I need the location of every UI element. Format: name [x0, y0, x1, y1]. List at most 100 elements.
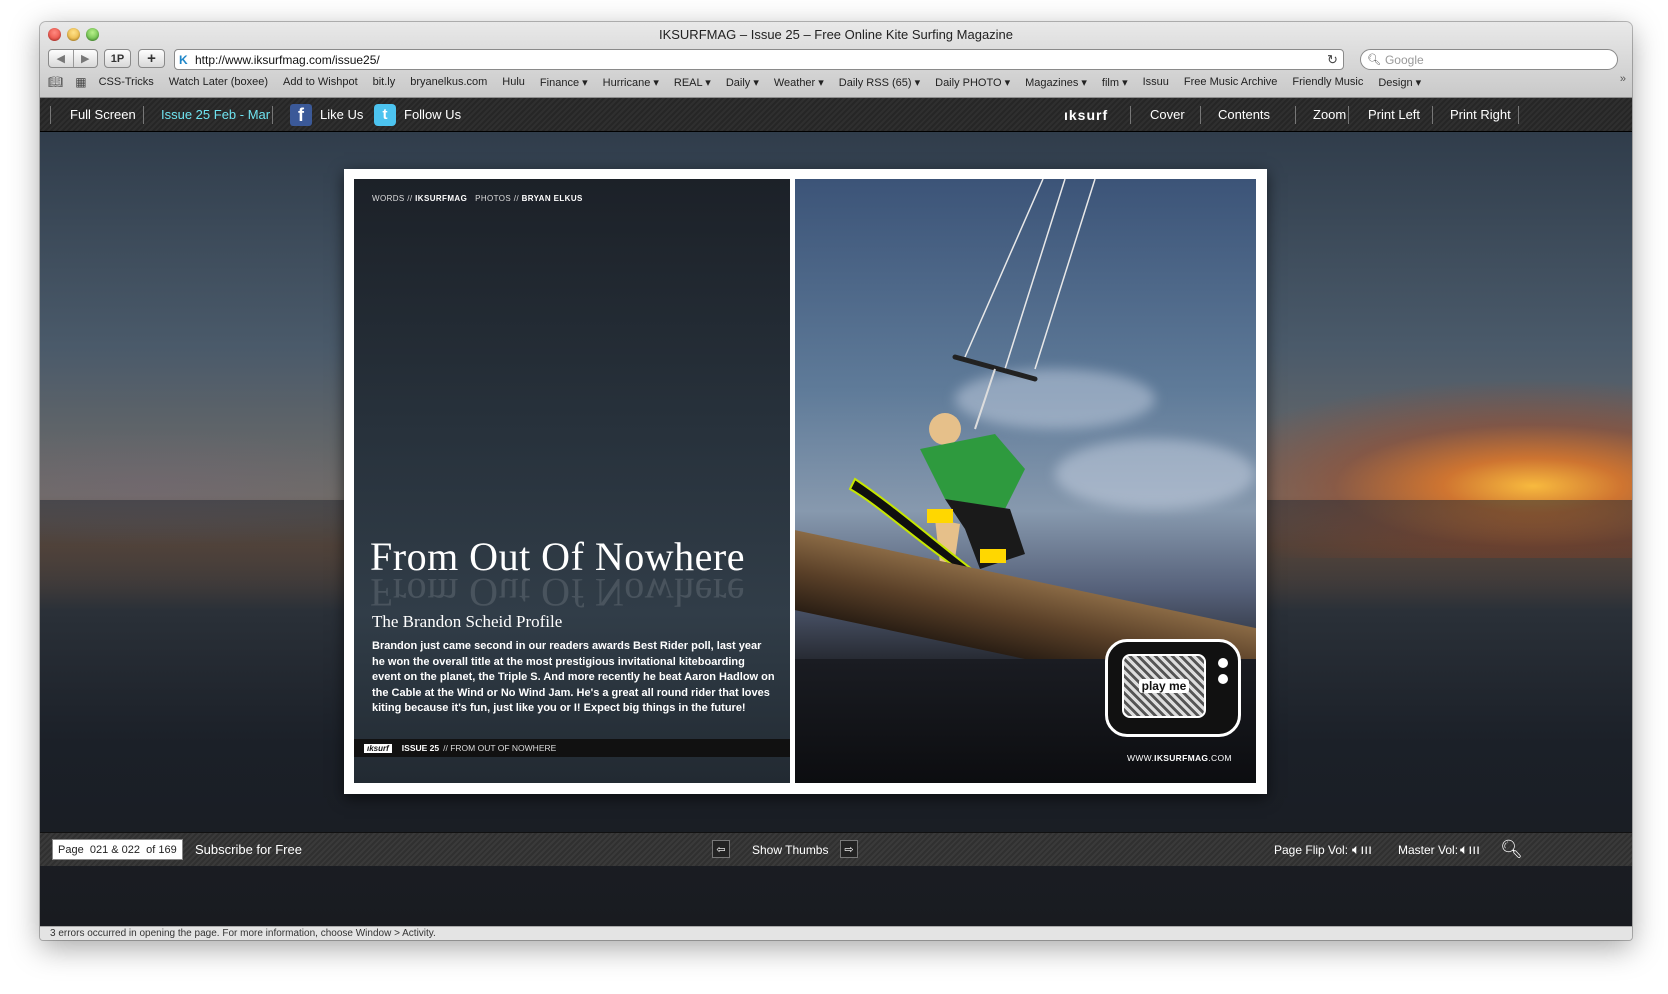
bookmark-item[interactable]: Daily PHOTO ▾ — [935, 76, 1010, 89]
viewer-top-nav: Full Screen Issue 25 Feb - Mar f Like Us… — [40, 98, 1632, 132]
credits-words-label: WORDS // — [372, 194, 413, 203]
article-subhead: The Brandon Scheid Profile — [372, 612, 563, 631]
bookmark-item[interactable]: Daily RSS (65) ▾ — [839, 76, 920, 89]
follow-us-label: Follow Us — [404, 107, 462, 122]
bookmark-item[interactable]: Magazines ▾ — [1025, 76, 1087, 89]
bookmark-item[interactable]: Design ▾ — [1378, 76, 1421, 89]
bookmark-item[interactable]: Friendly Music — [1292, 76, 1363, 88]
bookmark-item[interactable]: Weather ▾ — [774, 76, 824, 89]
bookmarks-bar: 📖︎ ▦ CSS-Tricks Watch Later (boxee) Add … — [48, 73, 1628, 91]
search-field[interactable]: 🔍︎ Google — [1360, 49, 1618, 70]
master-volume-label: Master Vol: — [1398, 842, 1459, 857]
cover-button[interactable]: Cover — [1150, 98, 1185, 131]
browser-window: IKSURFMAG – Issue 25 – Free Online Kite … — [40, 22, 1632, 940]
url-text[interactable]: http://www.iksurfmag.com/issue25/ — [195, 53, 1327, 67]
back-forward-buttons: ◀ ▶ — [48, 49, 98, 68]
bookmarks-overflow-icon[interactable]: » — [1620, 73, 1626, 85]
bookmark-item[interactable]: Issuu — [1143, 76, 1169, 88]
previous-page-icon[interactable]: ⇦ — [712, 840, 730, 858]
page-footer: ıksurf ISSUE 25 // FROM OUT OF NOWHERE — [354, 739, 790, 757]
like-us-button[interactable]: f Like Us — [290, 98, 363, 131]
viewer-bottom-bar: Page 021 & 022 of 169 Subscribe for Free… — [40, 832, 1632, 866]
back-arrow-icon[interactable]: ◀ — [49, 52, 73, 65]
subscribe-link[interactable]: Subscribe for Free — [195, 833, 302, 866]
site-favicon-icon: K — [179, 52, 188, 67]
bookmark-item[interactable]: REAL ▾ — [674, 76, 711, 89]
article-body: Brandon just came second in our readers … — [372, 640, 775, 714]
address-bar[interactable]: K http://www.iksurfmag.com/issue25/ ↻ — [174, 49, 1344, 70]
contents-button[interactable]: Contents — [1218, 98, 1270, 131]
show-thumbs-button[interactable]: Show Thumbs — [752, 833, 828, 866]
nav-divider — [1130, 106, 1131, 124]
page-total: of 169 — [146, 843, 177, 856]
qr-code-screen: play me — [1122, 654, 1206, 718]
site-suffix: .COM — [1208, 753, 1232, 763]
add-bookmark-button[interactable]: + — [138, 49, 165, 68]
print-left-button[interactable]: Print Left — [1368, 98, 1420, 131]
status-bar: 3 errors occurred in opening the page. F… — [40, 926, 1632, 940]
bookmark-item[interactable]: film ▾ — [1102, 76, 1128, 89]
bookmark-item[interactable]: CSS-Tricks — [99, 76, 154, 88]
bookmark-item[interactable]: Hurricane ▾ — [603, 76, 659, 89]
follow-us-button[interactable]: t Follow Us — [374, 98, 461, 131]
like-us-label: Like Us — [320, 107, 364, 122]
page-indicator[interactable]: Page 021 & 022 of 169 — [52, 839, 183, 860]
nav-divider — [1348, 106, 1349, 124]
twitter-icon: t — [374, 103, 396, 126]
nav-divider — [50, 106, 51, 124]
facebook-icon: f — [290, 103, 312, 126]
zoom-button[interactable]: Zoom — [1313, 98, 1346, 131]
bookmark-item[interactable]: Watch Later (boxee) — [169, 76, 268, 88]
master-volume-icon[interactable]: 🔈︎​ııı — [1460, 833, 1480, 866]
right-page-photo[interactable]: play me WWW.IKSURFMAG.COM — [795, 179, 1256, 783]
window-title: IKSURFMAG – Issue 25 – Free Online Kite … — [658, 27, 1014, 42]
nav-divider — [272, 106, 273, 124]
page-flip-volume-icon[interactable]: 🔈︎​ııı — [1352, 833, 1372, 866]
forward-arrow-icon[interactable]: ▶ — [74, 52, 98, 65]
nav-divider — [1295, 106, 1296, 124]
magazine-spread[interactable]: WORDS // IKSURFMAG PHOTOS // BRYAN ELKUS… — [344, 169, 1267, 794]
full-screen-button[interactable]: Full Screen — [70, 98, 136, 131]
bookmark-item[interactable]: Daily ▾ — [726, 76, 759, 89]
print-right-button[interactable]: Print Right — [1450, 98, 1511, 131]
page-flip-volume-label: Page Flip Vol: — [1274, 842, 1349, 857]
headline-reflection: From Out Of Nowhere — [370, 570, 745, 615]
footer-issue: ISSUE 25 — [401, 743, 440, 753]
page-prefix: Page — [58, 843, 84, 856]
top-sites-grid-icon[interactable]: ▦ — [75, 75, 86, 89]
search-icon: 🔍︎ — [1367, 54, 1381, 66]
tv-knob-icon — [1218, 674, 1228, 684]
site-name: IKSURFMAG — [1154, 753, 1209, 763]
page-numbers[interactable]: 021 & 022 — [90, 844, 140, 856]
credits-words-name: IKSURFMAG — [415, 194, 468, 203]
bookmark-item[interactable]: bryanelkus.com — [410, 76, 487, 88]
onepassword-button[interactable]: 1P — [104, 49, 131, 68]
article-credits: WORDS // IKSURFMAG PHOTOS // BRYAN ELKUS — [372, 194, 583, 203]
issue-selector[interactable]: Issue 25 Feb - Mar — [161, 98, 270, 131]
bookmark-item[interactable]: bit.ly — [373, 76, 396, 88]
nav-divider — [143, 106, 144, 124]
magnifier-icon[interactable]: 🔍︎ — [1500, 833, 1523, 866]
nav-divider — [1432, 106, 1433, 124]
search-placeholder: Google — [1384, 52, 1424, 67]
bookmark-item[interactable]: Add to Wishpot — [283, 76, 358, 88]
magazine-viewer: Full Screen Issue 25 Feb - Mar f Like Us… — [40, 98, 1632, 926]
next-page-icon[interactable]: ⇨ — [840, 840, 858, 858]
browser-chrome: IKSURFMAG – Issue 25 – Free Online Kite … — [40, 22, 1632, 98]
site-url-footer: WWW.IKSURFMAG.COM — [1127, 753, 1232, 763]
bookmark-item[interactable]: Finance ▾ — [540, 76, 588, 89]
footer-logo: ıksurf — [364, 743, 392, 753]
iksurf-logo[interactable]: ıksurf — [1064, 98, 1108, 131]
reading-list-icon[interactable]: 📖︎ — [48, 75, 63, 89]
credits-photos-name: BRYAN ELKUS — [521, 194, 583, 203]
reload-icon[interactable]: ↻ — [1327, 52, 1343, 68]
bookmark-item[interactable]: Hulu — [502, 76, 525, 88]
play-me-video-button[interactable]: play me — [1105, 639, 1241, 737]
left-page[interactable]: WORDS // IKSURFMAG PHOTOS // BRYAN ELKUS… — [354, 179, 790, 783]
credits-photos-label: PHOTOS // — [475, 194, 519, 203]
tv-knob-icon — [1218, 658, 1228, 668]
footer-section: // FROM OUT OF NOWHERE — [443, 743, 557, 753]
nav-divider — [1200, 106, 1201, 124]
bookmark-item[interactable]: Free Music Archive — [1184, 76, 1278, 88]
play-me-label: play me — [1138, 679, 1190, 693]
